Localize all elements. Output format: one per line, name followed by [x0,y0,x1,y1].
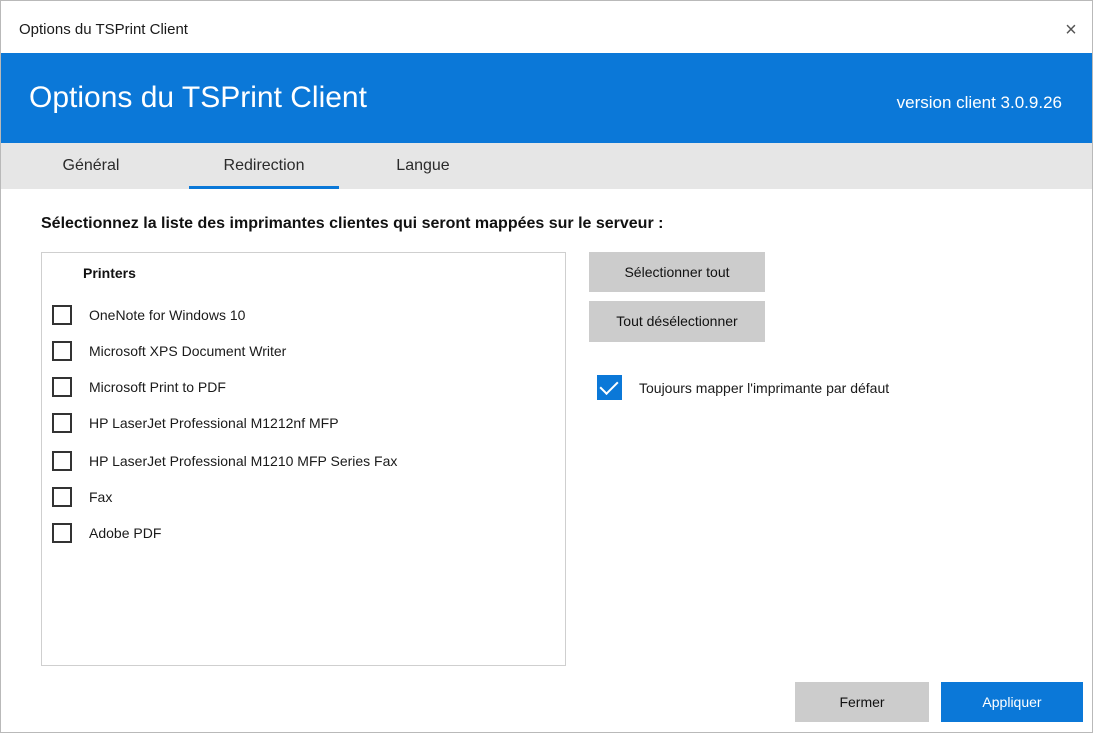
tab-general[interactable]: Général [41,143,141,189]
checkbox[interactable] [52,523,72,543]
printer-item-hp-m1212nf[interactable]: HP LaserJet Professional M1212nf MFP [52,411,339,435]
title-bar: Options du TSPrint Client × [1,1,1092,53]
printer-label: Fax [89,489,113,505]
printer-label: HP LaserJet Professional M1212nf MFP [89,415,339,431]
window-title: Options du TSPrint Client [19,21,188,38]
always-map-default-toggle[interactable]: Toujours mapper l'imprimante par défaut [597,375,889,400]
checkbox[interactable] [52,451,72,471]
options-dialog: Options du TSPrint Client × Options du T… [0,0,1093,733]
header-banner: Options du TSPrint Client version client… [1,53,1092,143]
close-icon[interactable]: × [1060,19,1082,41]
printer-item-xps[interactable]: Microsoft XPS Document Writer [52,339,286,363]
checkmark-icon[interactable] [597,375,622,400]
checkbox[interactable] [52,487,72,507]
checkbox[interactable] [52,341,72,361]
printer-label: Microsoft XPS Document Writer [89,343,287,359]
printer-item-adobe-pdf[interactable]: Adobe PDF [52,521,161,545]
printer-list: Printers OneNote for Windows 10 Microsof… [41,252,566,666]
always-map-default-label: Toujours mapper l'imprimante par défaut [639,379,890,396]
printer-item-hp-m1210-fax[interactable]: HP LaserJet Professional M1210 MFP Serie… [52,449,397,473]
select-all-button[interactable]: Sélectionner tout [589,252,765,292]
apply-button[interactable]: Appliquer [941,682,1083,722]
checkbox[interactable] [52,377,72,397]
instruction-text: Sélectionnez la liste des imprimantes cl… [41,215,664,232]
printer-label: OneNote for Windows 10 [89,307,246,323]
tab-redirection[interactable]: Redirection [189,143,339,189]
page-title: Options du TSPrint Client [29,81,367,114]
printer-label: Microsoft Print to PDF [89,379,226,395]
client-version: version client 3.0.9.26 [896,93,1062,112]
printer-label: Adobe PDF [89,525,162,541]
checkbox[interactable] [52,305,72,325]
printers-column-header: Printers [83,265,136,281]
tab-bar: Général Redirection Langue [1,143,1092,189]
close-button[interactable]: Fermer [795,682,929,722]
printer-item-fax[interactable]: Fax [52,485,112,509]
printer-label: HP LaserJet Professional M1210 MFP Serie… [89,453,398,469]
printer-item-print-to-pdf[interactable]: Microsoft Print to PDF [52,375,226,399]
checkbox[interactable] [52,413,72,433]
tab-langue[interactable]: Langue [373,143,473,189]
printer-item-onenote[interactable]: OneNote for Windows 10 [52,303,245,327]
deselect-all-button[interactable]: Tout désélectionner [589,301,765,342]
